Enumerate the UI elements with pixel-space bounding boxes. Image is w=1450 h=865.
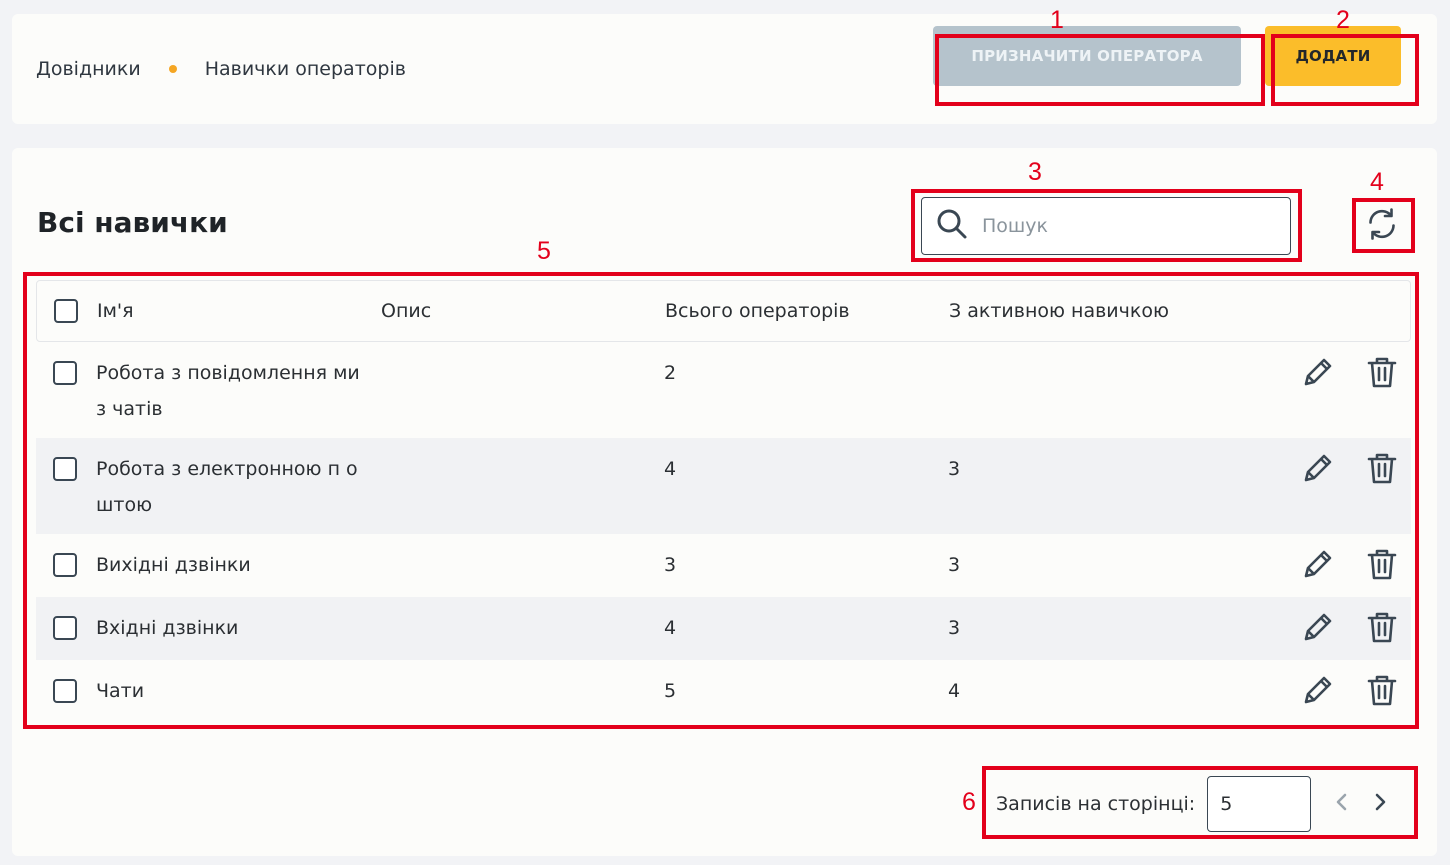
total-operators: 4	[664, 617, 677, 639]
records-per-page-label: Записів на сторінці:	[996, 793, 1196, 815]
active-skill-count: 3	[948, 458, 961, 480]
edit-button[interactable]	[1300, 611, 1336, 647]
pencil-icon	[1301, 673, 1335, 711]
delete-button[interactable]	[1364, 356, 1400, 392]
total-operators: 5	[664, 680, 677, 702]
trash-icon	[1365, 673, 1399, 711]
edit-button[interactable]	[1300, 548, 1336, 584]
add-button[interactable]: ДОДАТИ	[1265, 26, 1401, 86]
breadcrumb-root[interactable]: Довідники	[36, 58, 141, 80]
refresh-icon	[1364, 206, 1400, 246]
refresh-button[interactable]	[1362, 206, 1402, 246]
annotation-number-2: 2	[1336, 6, 1350, 34]
annotation-number-6: 6	[962, 788, 976, 816]
table-header: Ім'я Опис Всього операторів З активною н…	[36, 280, 1411, 342]
row-checkbox[interactable]	[53, 679, 77, 703]
trash-icon	[1365, 451, 1399, 489]
column-description[interactable]: Опис	[381, 300, 431, 322]
skill-name: Вхідні дзвінки	[96, 617, 239, 639]
breadcrumb-current: Навички операторів	[204, 58, 406, 80]
table-row[interactable]: Чати 5 4	[36, 660, 1411, 723]
pencil-icon	[1301, 610, 1335, 648]
select-all-checkbox[interactable]	[54, 299, 78, 323]
trash-icon	[1365, 610, 1399, 648]
annotation-number-3: 3	[1028, 158, 1042, 186]
total-operators: 2	[664, 362, 677, 384]
active-skill-count: 3	[948, 554, 961, 576]
edit-button[interactable]	[1300, 452, 1336, 488]
pencil-icon	[1301, 547, 1335, 585]
total-operators: 4	[664, 458, 677, 480]
annotation-number-5: 5	[537, 237, 551, 265]
table-row[interactable]: Вхідні дзвінки 4 3	[36, 597, 1411, 660]
skill-name: Робота з електронною п оштою	[96, 458, 358, 516]
delete-button[interactable]	[1364, 674, 1400, 710]
search-input[interactable]	[980, 214, 1284, 238]
assign-operator-button[interactable]: ПРИЗНАЧИТИ ОПЕРАТОРА	[933, 26, 1241, 86]
column-total-operators[interactable]: Всього операторів	[665, 300, 850, 322]
row-checkbox[interactable]	[53, 616, 77, 640]
breadcrumb-separator	[168, 65, 177, 73]
search-icon	[936, 208, 968, 244]
edit-button[interactable]	[1300, 356, 1336, 392]
pencil-icon	[1301, 355, 1335, 393]
delete-button[interactable]	[1364, 452, 1400, 488]
skills-table: Ім'я Опис Всього операторів З активною н…	[36, 280, 1411, 723]
next-page-button[interactable]	[1365, 789, 1395, 819]
edit-button[interactable]	[1300, 674, 1336, 710]
row-checkbox[interactable]	[53, 457, 77, 481]
skill-name: Чати	[96, 680, 145, 702]
column-active-skill[interactable]: З активною навичкою	[949, 300, 1169, 322]
trash-icon	[1365, 355, 1399, 393]
skill-name: Вихідні дзвінки	[96, 554, 251, 576]
annotation-number-1: 1	[1050, 6, 1064, 34]
table-row[interactable]: Робота з електронною п оштою 4 3	[36, 438, 1411, 534]
trash-icon	[1365, 547, 1399, 585]
delete-button[interactable]	[1364, 611, 1400, 647]
pencil-icon	[1301, 451, 1335, 489]
row-checkbox[interactable]	[53, 553, 77, 577]
chevron-left-icon	[1332, 792, 1352, 816]
prev-page-button[interactable]	[1327, 789, 1357, 819]
table-row[interactable]: Робота з повідомлення ми з чатів 2	[36, 342, 1411, 438]
pagination: Записів на сторінці: 5	[996, 776, 1395, 832]
breadcrumb: Довідники Навички операторів	[36, 58, 406, 80]
column-name[interactable]: Ім'я	[97, 300, 134, 322]
row-checkbox[interactable]	[53, 361, 77, 385]
table-row[interactable]: Вихідні дзвінки 3 3	[36, 534, 1411, 597]
chevron-right-icon	[1370, 792, 1390, 816]
records-per-page-select[interactable]: 5	[1207, 776, 1312, 832]
page-title: Всі навички	[37, 206, 228, 239]
active-skill-count: 3	[948, 617, 961, 639]
search-field[interactable]	[921, 197, 1291, 255]
annotation-number-4: 4	[1370, 168, 1384, 196]
skill-name: Робота з повідомлення ми з чатів	[96, 362, 360, 420]
active-skill-count: 4	[948, 680, 961, 702]
delete-button[interactable]	[1364, 548, 1400, 584]
total-operators: 3	[664, 554, 677, 576]
